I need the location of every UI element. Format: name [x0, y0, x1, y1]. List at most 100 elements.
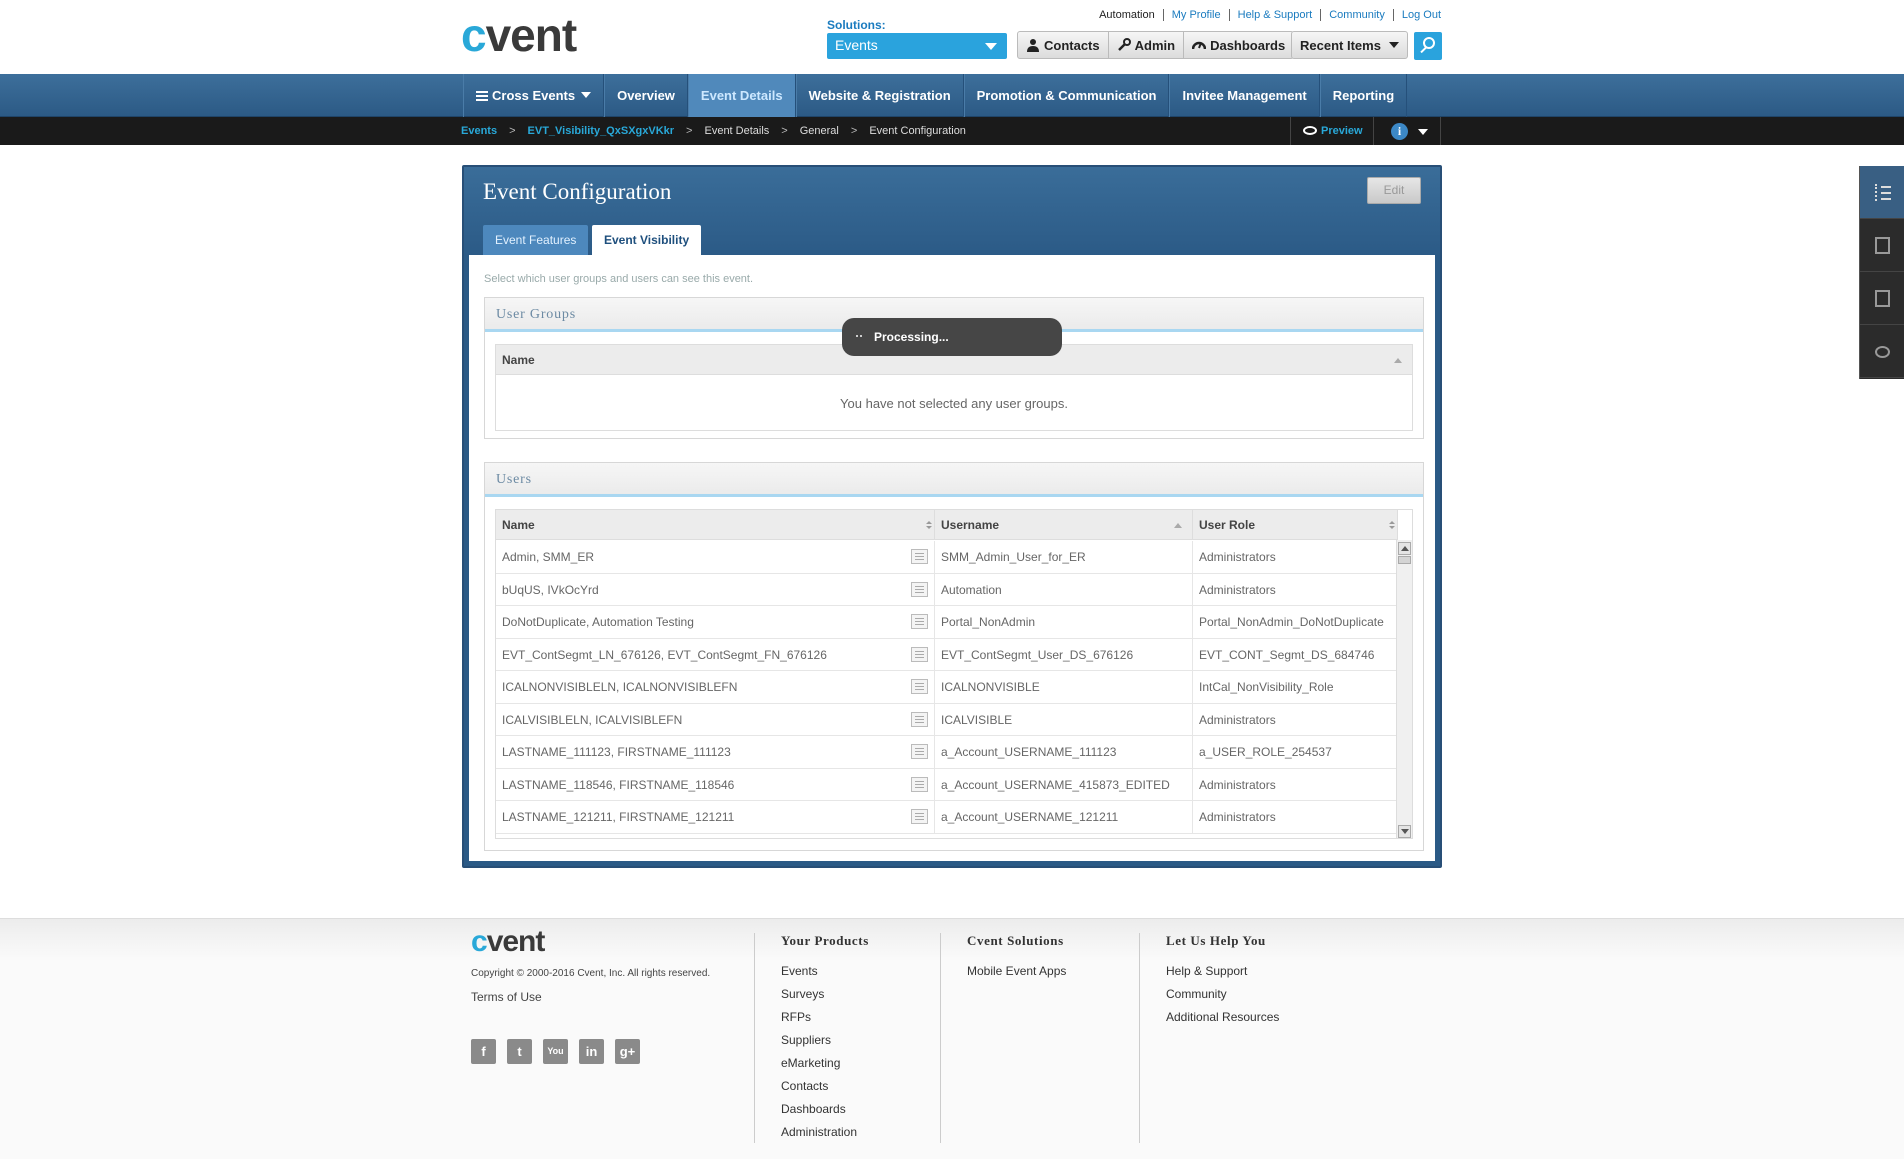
breadcrumb-separator: >: [781, 125, 788, 137]
column-header-label: User Role: [1199, 518, 1256, 532]
person-icon: [1027, 39, 1039, 52]
table-row[interactable]: Admin, SMM_ER SMM_Admin_User_for_ER Admini…: [496, 541, 1398, 574]
nav-cross-events[interactable]: Cross Events: [463, 74, 605, 117]
calendar-tool[interactable]: [1860, 272, 1904, 325]
menu-icon: [476, 91, 488, 101]
nav-cross-events-label: Cross Events: [492, 88, 576, 103]
cvent-logo[interactable]: cvent: [461, 8, 577, 62]
google-plus-icon[interactable]: g+: [615, 1039, 640, 1064]
notes-icon[interactable]: [911, 646, 928, 662]
notes-icon[interactable]: [911, 679, 928, 694]
linkedin-icon[interactable]: in: [579, 1039, 604, 1064]
username-cell: a_Account_USERNAME_415873_EDITED: [935, 768, 1193, 800]
tab-event-features[interactable]: Event Features: [483, 225, 589, 255]
spinner-icon: [856, 335, 862, 339]
username-cell: Automation: [935, 573, 1193, 605]
nav-event-details[interactable]: Event Details: [687, 74, 796, 117]
notes-icon[interactable]: [911, 744, 928, 759]
breadcrumb-separator: >: [850, 125, 858, 137]
scroll-up-icon[interactable]: [1398, 542, 1411, 555]
footer-link-mobile-event-apps[interactable]: Mobile Event Apps: [967, 960, 1139, 983]
table-row[interactable]: LASTNAME_121211, FIRSTNAME_121211 a_Accou…: [496, 801, 1398, 834]
edit-button[interactable]: Edit: [1367, 177, 1421, 204]
page-title: Event Configuration: [483, 179, 672, 204]
facebook-icon[interactable]: f: [471, 1039, 496, 1064]
gauge-icon: [1192, 41, 1207, 50]
calendar-icon: [1875, 290, 1890, 307]
footer-link-dashboards[interactable]: Dashboards: [781, 1098, 940, 1121]
notes-icon[interactable]: [911, 776, 928, 792]
community-link[interactable]: Community: [1320, 9, 1393, 21]
footer-link-help-support[interactable]: Help & Support: [1166, 960, 1339, 983]
search-icon-handle: [1420, 46, 1427, 54]
notes-icon[interactable]: [911, 809, 928, 824]
nav-reporting[interactable]: Reporting: [1319, 74, 1408, 117]
info-menu-button[interactable]: i: [1373, 117, 1441, 145]
footer-link-rfps[interactable]: RFPs: [781, 1006, 940, 1029]
users-scrollbar[interactable]: [1396, 540, 1412, 838]
column-header-username[interactable]: Username: [935, 510, 1193, 539]
breadcrumb-event-name[interactable]: EVT_Visibility_QxSXgxVKkr: [528, 117, 675, 145]
footer-link-suppliers[interactable]: Suppliers: [781, 1029, 940, 1052]
search-button[interactable]: [1414, 32, 1442, 60]
user-name: LASTNAME_118546, FIRSTNAME_118546: [502, 777, 735, 792]
table-row[interactable]: LASTNAME_118546, FIRSTNAME_118546 a_Accou…: [496, 768, 1398, 801]
solutions-select[interactable]: Events: [827, 33, 1007, 59]
notes-icon[interactable]: [911, 549, 928, 564]
admin-button[interactable]: Admin: [1107, 32, 1183, 58]
user-role-cell: Administrators: [1193, 573, 1398, 605]
contacts-button[interactable]: Contacts: [1018, 32, 1108, 58]
table-row[interactable]: ICALNONVISIBLELN, ICALNONVISIBLEFN ICALNO…: [496, 671, 1398, 704]
admin-label: Admin: [1134, 37, 1176, 53]
processing-label: Processing...: [874, 330, 949, 344]
table-row[interactable]: bUqUS, IVkOcYrd Automation Administrators: [496, 573, 1398, 606]
preview-label: Preview: [1321, 125, 1363, 137]
twitter-icon[interactable]: t: [507, 1039, 532, 1064]
table-row[interactable]: EVT_ContSegmt_LN_676126, EVT_ContSegmt_F…: [496, 638, 1398, 671]
recent-items-button[interactable]: Recent Items: [1292, 32, 1407, 58]
table-row[interactable]: LASTNAME_111123, FIRSTNAME_111123 a_Accou…: [496, 736, 1398, 769]
help-support-link[interactable]: Help & Support: [1228, 9, 1321, 21]
footer-link-emarketing[interactable]: eMarketing: [781, 1052, 940, 1075]
dashboards-button[interactable]: Dashboards: [1183, 32, 1293, 58]
user-role-cell: Administrators: [1193, 801, 1398, 833]
user-name-cell: LASTNAME_111123, FIRSTNAME_111123: [496, 736, 935, 768]
nav-overview[interactable]: Overview: [604, 74, 688, 117]
scroll-thumb[interactable]: [1398, 556, 1411, 564]
nav-website-registration[interactable]: Website & Registration: [795, 74, 964, 117]
column-header-label: Name: [502, 353, 535, 367]
notes-icon[interactable]: [911, 581, 928, 597]
document-tool[interactable]: [1860, 219, 1904, 272]
nav-invitee-management[interactable]: Invitee Management: [1169, 74, 1320, 117]
footer-link-events[interactable]: Events: [781, 960, 940, 983]
preview-button[interactable]: Preview: [1290, 117, 1370, 145]
footer-heading: Your Products: [781, 933, 869, 948]
footer-link-administration[interactable]: Administration: [781, 1121, 940, 1144]
chat-tool[interactable]: [1860, 325, 1904, 378]
username-cell: ICALNONVISIBLE: [935, 671, 1193, 703]
scroll-down-icon[interactable]: [1398, 825, 1411, 838]
chevron-down-icon: [1418, 129, 1428, 135]
breadcrumb-separator: >: [509, 125, 516, 137]
user-name-cell: DoNotDuplicate, Automation Testing: [496, 606, 935, 638]
checklist-tool[interactable]: [1860, 166, 1904, 219]
my-profile-link[interactable]: My Profile: [1162, 9, 1229, 21]
notes-icon[interactable]: [911, 711, 928, 727]
terms-of-use-link[interactable]: Terms of Use: [471, 990, 542, 1004]
user-name-cell: ICALNONVISIBLELN, ICALNONVISIBLEFN: [496, 671, 935, 703]
youtube-icon[interactable]: You: [543, 1039, 568, 1064]
breadcrumb-events[interactable]: Events: [461, 117, 497, 145]
log-out-link[interactable]: Log Out: [1392, 9, 1441, 21]
table-row[interactable]: ICALVISIBLELN, ICALVISIBLEFN ICALVISIBLE A…: [496, 703, 1398, 736]
table-row[interactable]: DoNotDuplicate, Automation Testing Portal…: [496, 606, 1398, 639]
column-header-name[interactable]: Name: [496, 510, 935, 539]
column-header-user-role[interactable]: User Role: [1193, 510, 1398, 539]
recent-items-group: Recent Items: [1291, 31, 1408, 59]
footer-link-surveys[interactable]: Surveys: [781, 983, 940, 1006]
notes-icon[interactable]: [911, 614, 928, 629]
nav-promotion-communication[interactable]: Promotion & Communication: [963, 74, 1170, 117]
footer-link-contacts[interactable]: Contacts: [781, 1075, 940, 1098]
footer-link-community[interactable]: Community: [1166, 983, 1339, 1006]
footer-link-additional-resources[interactable]: Additional Resources: [1166, 1006, 1339, 1029]
tab-event-visibility[interactable]: Event Visibility: [592, 225, 702, 255]
